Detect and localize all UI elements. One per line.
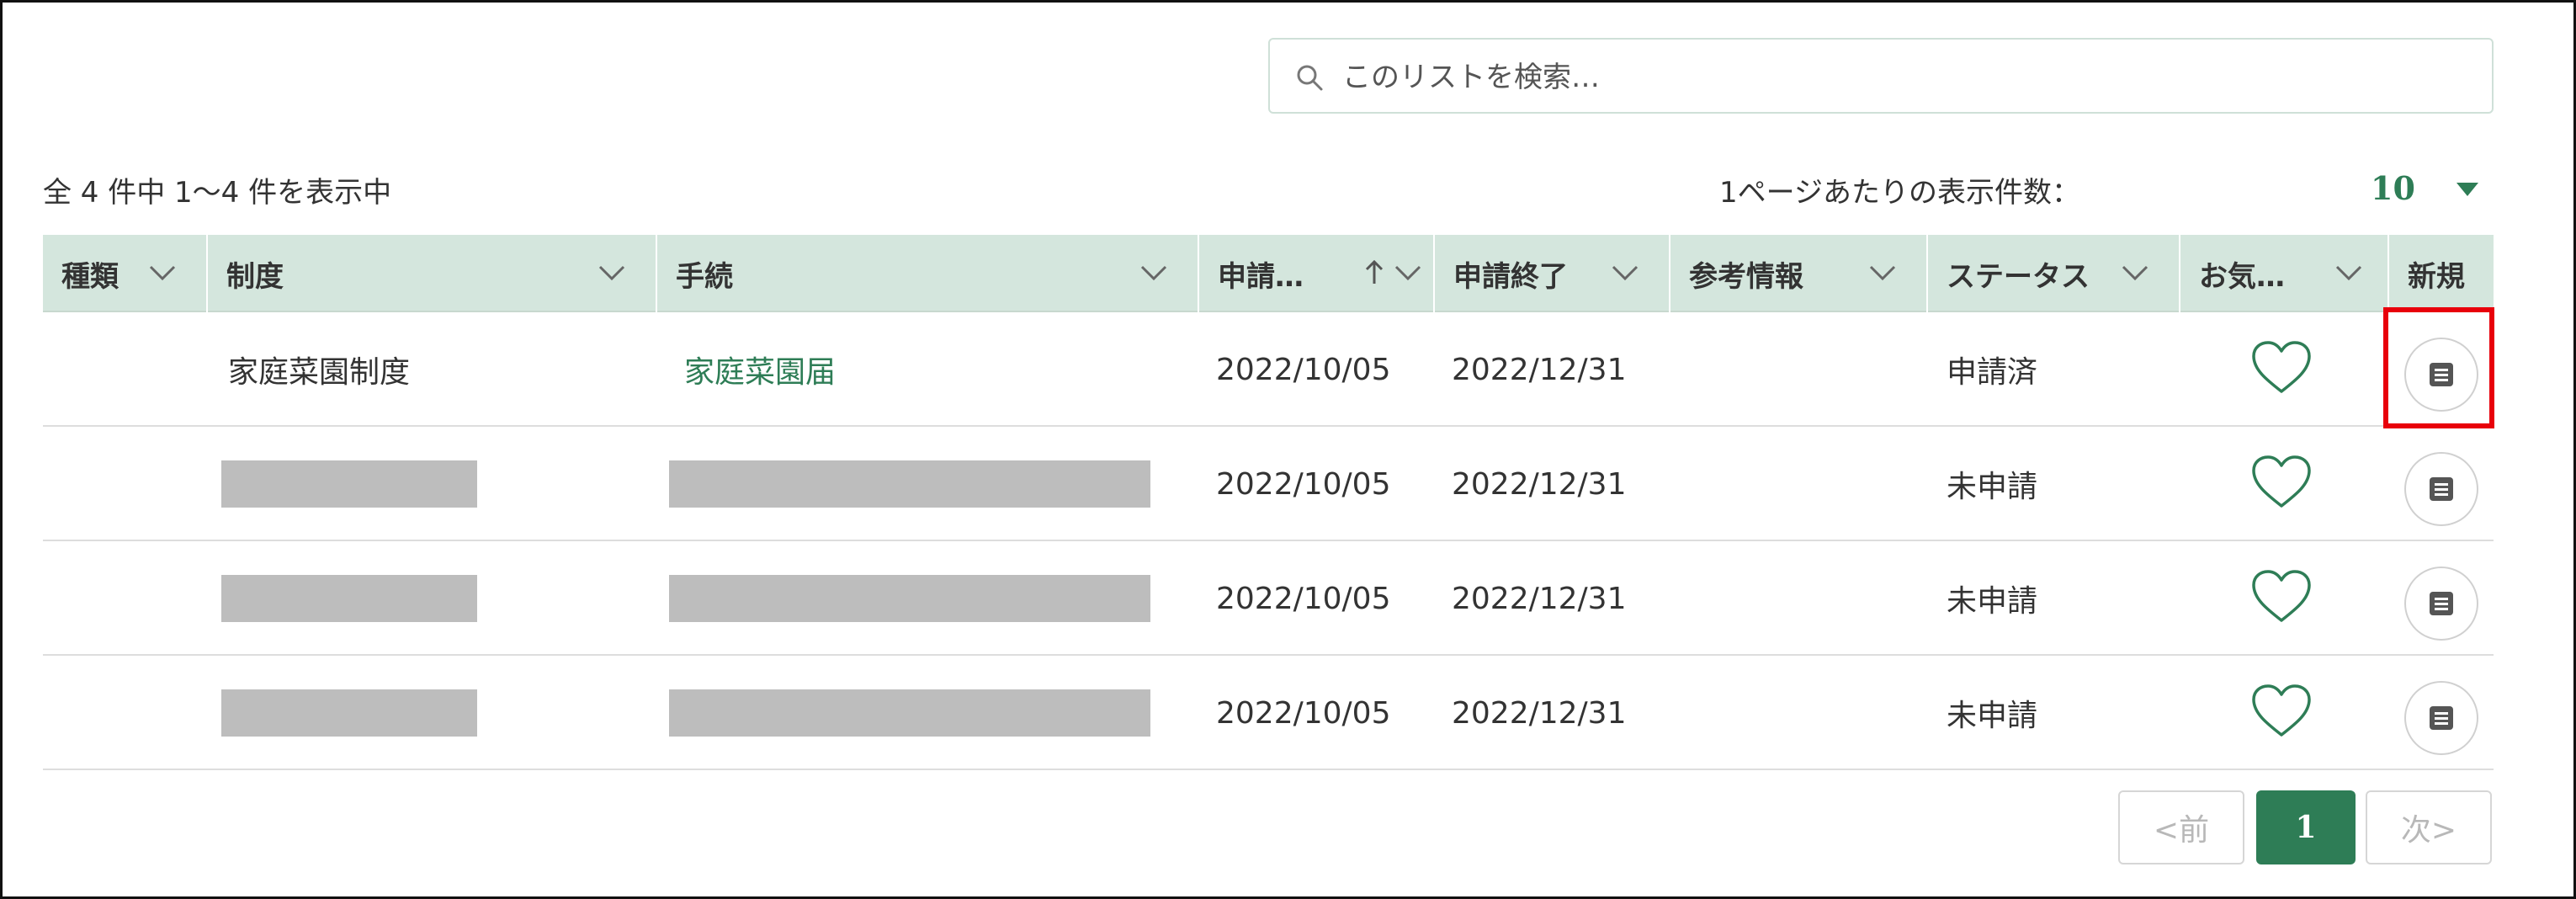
chevron-down-icon[interactable] <box>1139 262 1169 285</box>
end-date-cell: 2022/12/31 <box>1452 581 1627 616</box>
chevron-down-icon[interactable] <box>597 262 627 285</box>
prev-page-button[interactable]: <前 <box>2118 790 2244 864</box>
column-header-label: 申請… <box>1218 259 1304 294</box>
procedure-table: 種類 制度 手続 申請… 申請終了 参考情報 ステータス お気… 新規 家庭菜園… <box>43 235 2494 770</box>
chevron-down-icon[interactable] <box>1867 262 1898 285</box>
start-date-cell: 2022/10/05 <box>1216 352 1391 387</box>
redacted-system-cell <box>221 575 477 622</box>
column-header-label: 手続 <box>676 259 733 294</box>
status-cell: 未申請 <box>1947 699 2038 733</box>
search-box[interactable] <box>1268 38 2494 114</box>
start-date-cell: 2022/10/05 <box>1216 695 1391 731</box>
status-cell: 未申請 <box>1947 470 2038 504</box>
document-icon <box>2430 592 2453 615</box>
column-header-label: 参考情報 <box>1689 259 1803 294</box>
chevron-down-icon[interactable] <box>2120 262 2150 285</box>
current-page-button[interactable]: 1 <box>2256 790 2356 864</box>
table-header: 種類 制度 手続 申請… 申請終了 参考情報 ステータス お気… 新規 <box>43 235 2494 312</box>
end-date-cell: 2022/12/31 <box>1452 695 1627 731</box>
table-row: 家庭菜園制度 家庭菜園届 2022/10/05 2022/12/31 申請済 <box>43 312 2494 427</box>
column-header-label: 種類 <box>61 259 119 294</box>
result-count: 全 4 件中 1～4 件を表示中 <box>43 176 392 210</box>
new-application-button[interactable] <box>2404 567 2478 641</box>
column-header-reference[interactable]: 参考情報 <box>1670 235 1928 312</box>
new-application-button[interactable] <box>2404 681 2478 755</box>
start-date-cell: 2022/10/05 <box>1216 581 1391 616</box>
heart-outline-icon[interactable] <box>2249 454 2313 511</box>
document-icon <box>2430 706 2453 730</box>
chevron-down-icon[interactable] <box>147 262 178 285</box>
next-page-button[interactable]: 次> <box>2366 790 2492 864</box>
search-icon <box>1297 65 1323 91</box>
column-header-kind[interactable]: 種類 <box>43 235 208 312</box>
redacted-procedure-cell <box>669 689 1150 737</box>
highlight-box <box>2383 307 2494 428</box>
redacted-procedure-cell <box>669 460 1150 508</box>
column-header-status[interactable]: ステータス <box>1928 235 2180 312</box>
heart-outline-icon[interactable] <box>2249 568 2313 625</box>
table-row: 2022/10/05 2022/12/31 未申請 <box>43 656 2494 770</box>
column-header-label: お気… <box>2199 259 2285 294</box>
chevron-down-icon[interactable] <box>1610 262 1640 285</box>
status-cell: 申請済 <box>1947 355 2038 390</box>
column-header-new: 新規 <box>2389 235 2494 312</box>
redacted-system-cell <box>221 689 477 737</box>
search-input[interactable] <box>1342 56 2470 98</box>
chevron-down-icon[interactable] <box>2334 262 2364 285</box>
app-window: 全 4 件中 1～4 件を表示中 1ページあたりの表示件数： 10 種類 制度 … <box>0 0 2576 899</box>
end-date-cell: 2022/12/31 <box>1452 466 1627 502</box>
procedure-link[interactable]: 家庭菜園届 <box>684 312 836 427</box>
status-cell: 未申請 <box>1947 584 2038 619</box>
chevron-down-icon[interactable] <box>1393 262 1423 285</box>
per-page-value: 10 <box>2371 168 2415 207</box>
table-row: 2022/10/05 2022/12/31 未申請 <box>43 541 2494 656</box>
redacted-procedure-cell <box>669 575 1150 622</box>
column-header-end[interactable]: 申請終了 <box>1435 235 1670 312</box>
per-page-select[interactable]: 10 <box>2371 164 2480 211</box>
arrow-up-icon <box>1365 259 1384 284</box>
new-application-button[interactable] <box>2404 452 2478 526</box>
document-icon <box>2430 477 2453 501</box>
column-header-label: 新規 <box>2408 259 2465 294</box>
column-header-system[interactable]: 制度 <box>208 235 657 312</box>
column-header-label: 制度 <box>226 259 284 294</box>
heart-outline-icon[interactable] <box>2249 683 2313 740</box>
redacted-system-cell <box>221 460 477 508</box>
column-header-procedure[interactable]: 手続 <box>657 235 1199 312</box>
table-row: 2022/10/05 2022/12/31 未申請 <box>43 427 2494 541</box>
column-header-start[interactable]: 申請… <box>1199 235 1435 312</box>
column-header-favorite[interactable]: お気… <box>2180 235 2389 312</box>
system-cell: 家庭菜園制度 <box>228 355 411 390</box>
triangle-down-icon <box>2456 183 2478 196</box>
column-header-label: 申請終了 <box>1453 259 1568 294</box>
start-date-cell: 2022/10/05 <box>1216 466 1391 502</box>
per-page-label: 1ページあたりの表示件数： <box>1719 176 2080 210</box>
heart-outline-icon[interactable] <box>2249 339 2313 396</box>
end-date-cell: 2022/12/31 <box>1452 352 1627 387</box>
column-header-label: ステータス <box>1947 259 2090 294</box>
